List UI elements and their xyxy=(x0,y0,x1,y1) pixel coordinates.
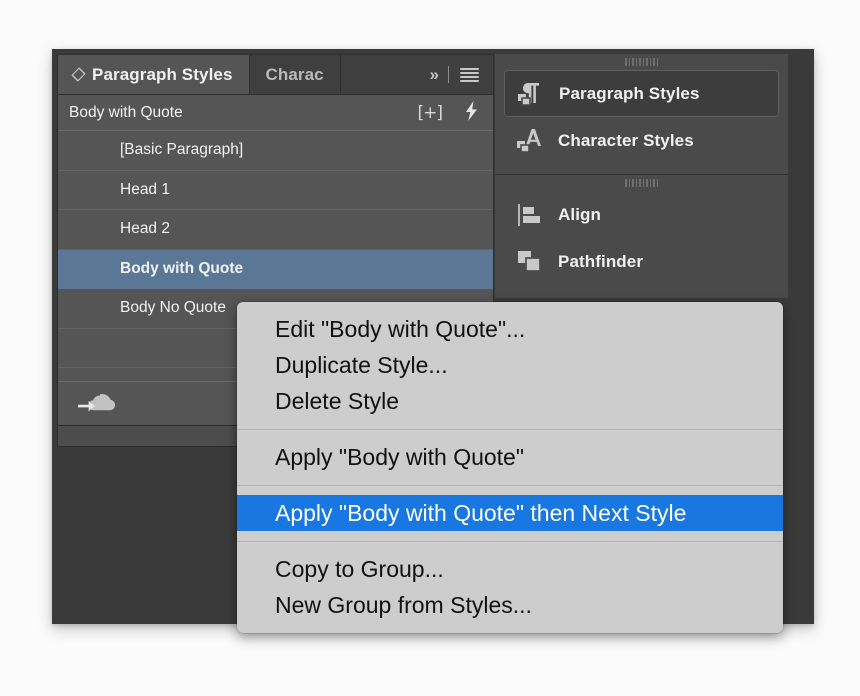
panel-grip[interactable] xyxy=(495,54,788,70)
menu-item-label: Edit "Body with Quote"... xyxy=(275,315,526,342)
tab-character-styles-label: Charac xyxy=(265,64,324,84)
diamond-icon xyxy=(71,67,86,82)
list-item[interactable]: Head 2 xyxy=(58,210,493,250)
panel-tab-bar: Paragraph Styles Charac » xyxy=(58,55,493,95)
list-item-label: Body with Quote xyxy=(120,259,244,277)
dock-item-character-styles[interactable]: Character Styles xyxy=(504,117,779,164)
screenshot-root: Paragraph Styles Charac » Body with Quot… xyxy=(0,0,860,696)
context-menu: Edit "Body with Quote"... Duplicate Styl… xyxy=(237,302,783,633)
current-style-name: Body with Quote xyxy=(69,103,183,121)
tab-paragraph-styles[interactable]: Paragraph Styles xyxy=(58,55,250,94)
expand-panels-icon[interactable]: » xyxy=(430,66,440,83)
menu-item-label: Delete Style xyxy=(275,387,400,414)
pathfinder-glyph xyxy=(518,250,541,272)
panel-menu-icon[interactable] xyxy=(460,67,479,82)
align-glyph xyxy=(518,203,540,226)
list-item[interactable]: [Basic Paragraph] xyxy=(58,131,493,171)
menu-separator xyxy=(237,429,783,430)
menu-separator xyxy=(237,485,783,486)
dock-item-align[interactable]: Align xyxy=(504,191,779,238)
menu-item-copy-to-group[interactable]: Copy to Group... xyxy=(237,551,783,587)
paragraph-styles-icon xyxy=(515,79,545,109)
dock-group-styles: Paragraph Styles Character Styles xyxy=(495,54,788,175)
menu-item-apply-then-next-style[interactable]: Apply "Body with Quote" then Next Style xyxy=(237,495,783,531)
toolbar-divider xyxy=(448,66,449,83)
tab-bar-controls: » xyxy=(419,55,493,94)
dock-item-pathfinder-label: Pathfinder xyxy=(558,251,644,271)
dock-item-pathfinder[interactable]: Pathfinder xyxy=(504,238,779,285)
new-style-icon[interactable]: [+] xyxy=(417,103,442,123)
menu-item-apply-style[interactable]: Apply "Body with Quote" xyxy=(237,439,783,475)
tab-bar-spacer xyxy=(340,55,420,94)
list-item-selected[interactable]: Body with Quote xyxy=(58,249,493,289)
character-styles-icon xyxy=(514,126,544,156)
menu-item-label: Apply "Body with Quote" then Next Style xyxy=(275,499,687,526)
list-item-label: [Basic Paragraph] xyxy=(120,141,244,159)
cloud-upload-icon[interactable] xyxy=(76,391,122,417)
menu-item-delete-style[interactable]: Delete Style xyxy=(237,383,783,419)
menu-item-label: New Group from Styles... xyxy=(275,591,532,618)
tab-character-styles[interactable]: Charac xyxy=(250,55,341,94)
list-item-label: Head 1 xyxy=(120,180,170,198)
list-item-label: Body No Quote xyxy=(120,299,226,317)
tab-paragraph-styles-label: Paragraph Styles xyxy=(92,64,233,84)
clear-overrides-icon[interactable] xyxy=(464,101,479,124)
list-item-label: Head 2 xyxy=(120,220,170,238)
menu-item-new-group-from-styles[interactable]: New Group from Styles... xyxy=(237,587,783,623)
menu-item-label: Duplicate Style... xyxy=(275,351,448,378)
align-icon xyxy=(514,200,544,230)
dock-item-paragraph-styles[interactable]: Paragraph Styles xyxy=(504,70,779,117)
menu-item-duplicate-style[interactable]: Duplicate Style... xyxy=(237,347,783,383)
dock-item-character-styles-label: Character Styles xyxy=(558,130,694,150)
list-item[interactable]: Head 1 xyxy=(58,171,493,210)
cloud-upload-glyph xyxy=(78,394,116,412)
menu-item-edit-style[interactable]: Edit "Body with Quote"... xyxy=(237,311,783,347)
menu-separator xyxy=(237,541,783,542)
panel-dock: Paragraph Styles Character Styles Align … xyxy=(495,54,788,298)
pathfinder-icon xyxy=(514,247,544,277)
dock-item-align-label: Align xyxy=(558,204,601,224)
menu-item-label: Apply "Body with Quote" xyxy=(275,443,525,470)
character-styles-glyph xyxy=(517,128,541,153)
panel-grip[interactable] xyxy=(495,175,788,191)
dock-group-tools: Align Pathfinder xyxy=(495,175,788,295)
dock-item-paragraph-styles-label: Paragraph Styles xyxy=(559,83,700,103)
menu-item-label: Copy to Group... xyxy=(275,555,444,582)
current-style-row: Body with Quote [+] xyxy=(58,95,493,131)
paragraph-styles-glyph xyxy=(518,82,539,106)
bolt-glyph xyxy=(466,101,477,121)
